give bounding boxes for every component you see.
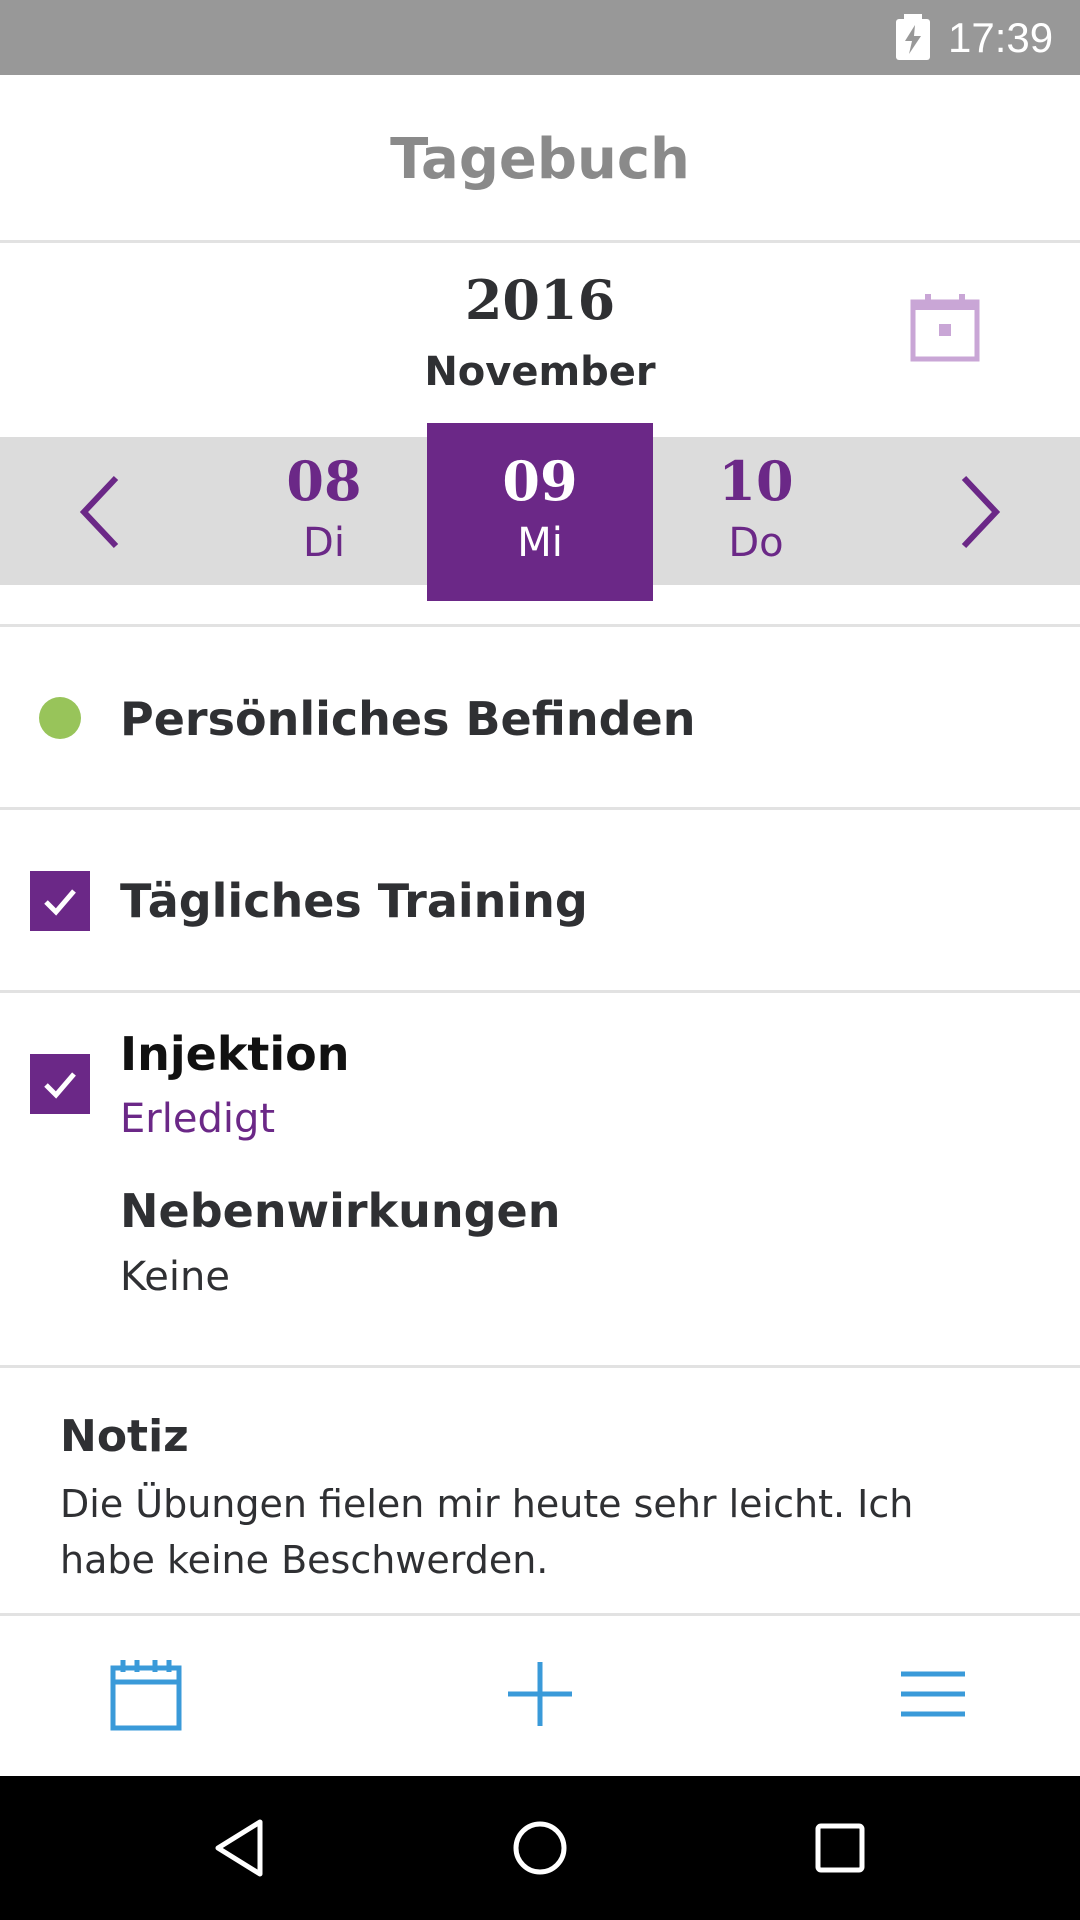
divider (0, 990, 1080, 993)
training-title: Tägliches Training (120, 874, 588, 928)
chevron-right-icon[interactable] (946, 470, 1010, 554)
app-header: Tagebuch (0, 75, 1080, 243)
day-item-09-selected[interactable]: 09 Mi (427, 423, 653, 601)
add-entry-icon[interactable] (502, 1656, 578, 1732)
note-text: Die Übungen fielen mir heute sehr leicht… (60, 1482, 914, 1582)
day-name: Mi (517, 520, 563, 566)
divider (0, 807, 1080, 810)
day-item-08[interactable]: 08 Di (211, 437, 437, 585)
checkmark-icon (44, 1072, 76, 1099)
injection-status: Erledigt (120, 1096, 276, 1142)
side-effects-label: Nebenwirkungen (120, 1184, 561, 1238)
wellbeing-title: Persönliches Befinden (120, 692, 696, 746)
battery-charging-icon (896, 14, 930, 60)
day-number: 09 (502, 449, 578, 513)
day-name: Do (728, 520, 784, 566)
divider (0, 1365, 1080, 1368)
training-checkbox[interactable] (30, 871, 90, 931)
note-label: Notiz (60, 1411, 189, 1462)
status-bar: 17:39 (0, 0, 1080, 75)
day-item-10[interactable]: 10 Do (643, 437, 869, 585)
back-icon[interactable] (208, 1816, 272, 1880)
side-effects-value: Keine (120, 1254, 230, 1300)
calendar-picker-icon[interactable] (910, 292, 980, 362)
day-number: 08 (286, 449, 362, 513)
injection-title: Injektion (120, 1027, 350, 1081)
status-time: 17:39 (948, 14, 1054, 61)
wellbeing-status-dot (39, 697, 81, 739)
day-name: Di (303, 520, 345, 566)
chevron-left-icon[interactable] (70, 470, 134, 554)
page-title: Tagebuch (390, 127, 690, 192)
screen: 17:39 Tagebuch 2016 November 08 Di 09 Mi… (0, 0, 1080, 1920)
divider (0, 624, 1080, 627)
calendar-tab-icon[interactable] (109, 1656, 185, 1732)
home-icon[interactable] (508, 1816, 572, 1880)
menu-icon[interactable] (895, 1656, 971, 1732)
recents-icon[interactable] (808, 1816, 872, 1880)
checkmark-icon (44, 889, 76, 916)
day-number: 10 (718, 449, 794, 513)
injection-checkbox[interactable] (30, 1054, 90, 1114)
